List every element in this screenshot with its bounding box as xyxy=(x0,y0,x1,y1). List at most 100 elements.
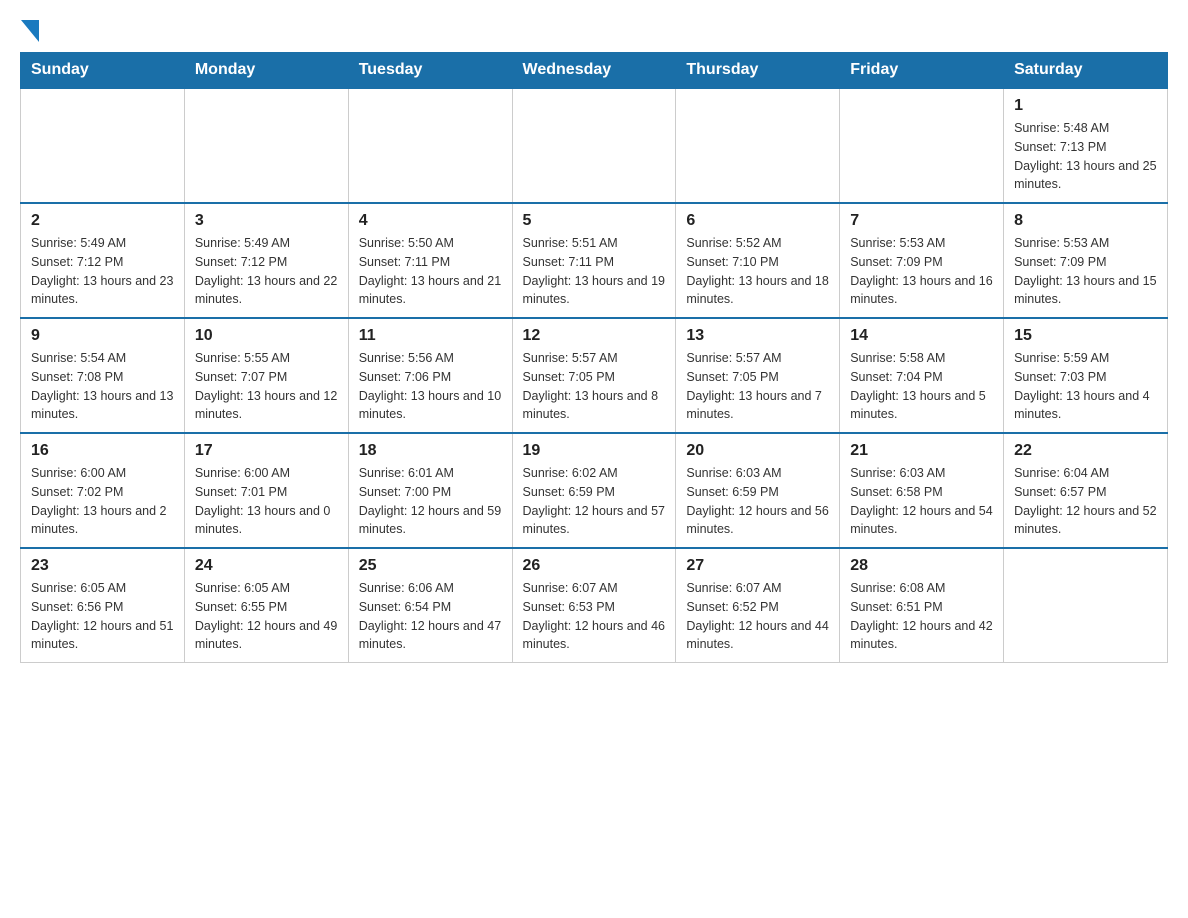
day-info-line: Daylight: 13 hours and 13 minutes. xyxy=(31,389,173,422)
day-info-line: Daylight: 12 hours and 42 minutes. xyxy=(850,619,992,652)
day-number: 17 xyxy=(195,442,338,460)
calendar-week-2: 2 Sunrise: 5:49 AMSunset: 7:12 PMDaylight… xyxy=(21,203,1168,318)
calendar-cell: 15 Sunrise: 5:59 AM Sunset: 7:03 PM Dayligh… xyxy=(1004,318,1168,433)
day-number: 13 xyxy=(686,327,829,345)
day-info: Sunrise: 6:08 AMSunset: 6:51 PMDaylight:… xyxy=(850,579,993,654)
day-info-line: Sunrise: 5:59 AM xyxy=(1014,351,1109,365)
day-info-line: Sunrise: 6:08 AM xyxy=(850,581,945,595)
calendar-cell: 2 Sunrise: 5:49 AMSunset: 7:12 PMDaylight… xyxy=(21,203,185,318)
day-info-line: Daylight: 13 hours and 12 minutes. xyxy=(195,389,337,422)
day-info: Sunrise: 6:07 AMSunset: 6:53 PMDaylight:… xyxy=(523,579,666,654)
day-number: 20 xyxy=(686,442,829,460)
day-info-line: Sunrise: 5:51 AM xyxy=(523,236,618,250)
calendar-cell: 25 Sunrise: 6:06 AMSunset: 6:54 PMDayligh… xyxy=(348,548,512,663)
day-number: 16 xyxy=(31,442,174,460)
day-info: Sunrise: 5:49 AMSunset: 7:12 PMDaylight:… xyxy=(31,234,174,309)
day-info: Sunrise: 6:06 AMSunset: 6:54 PMDaylight:… xyxy=(359,579,502,654)
calendar-cell: 5Sunrise: 5:51 AMSunset: 7:11 PMDaylight… xyxy=(512,203,676,318)
calendar-cell: 27Sunrise: 6:07 AMSunset: 6:52 PMDayligh… xyxy=(676,548,840,663)
page-header xyxy=(20,20,1168,42)
day-info-line: Daylight: 13 hours and 19 minutes. xyxy=(523,274,665,307)
day-info-line: Sunset: 6:56 PM xyxy=(31,600,123,614)
day-info-line: Daylight: 13 hours and 7 minutes. xyxy=(686,389,822,422)
day-info-line: Sunrise: 6:06 AM xyxy=(359,581,454,595)
calendar-cell: 22 Sunrise: 6:04 AMSunset: 6:57 PMDayligh… xyxy=(1004,433,1168,548)
day-info: Sunrise: 6:03 AMSunset: 6:59 PMDaylight:… xyxy=(686,464,829,539)
day-info-line: Sunset: 7:04 PM xyxy=(850,370,942,384)
day-info-line: Sunset: 7:07 PM xyxy=(195,370,287,384)
calendar-week-5: 23Sunrise: 6:05 AMSunset: 6:56 PMDayligh… xyxy=(21,548,1168,663)
day-info-line: Daylight: 13 hours and 4 minutes. xyxy=(1014,389,1150,422)
day-number: 25 xyxy=(359,557,502,575)
day-number: 11 xyxy=(359,327,502,345)
calendar-cell xyxy=(676,88,840,203)
day-info-line: Sunrise: 6:00 AM xyxy=(31,466,126,480)
calendar-cell: 3Sunrise: 5:49 AMSunset: 7:12 PMDaylight… xyxy=(184,203,348,318)
day-number: 2 xyxy=(31,212,174,230)
day-info: Sunrise: 6:00 AMSunset: 7:02 PMDaylight:… xyxy=(31,464,174,539)
calendar-cell: 14 Sunrise: 5:58 AMSunset: 7:04 PMDayligh… xyxy=(840,318,1004,433)
day-info-line: Sunset: 6:57 PM xyxy=(1014,485,1106,499)
day-info-line: Daylight: 13 hours and 0 minutes. xyxy=(195,504,331,537)
calendar-header-row: SundayMondayTuesdayWednesdayThursdayFrid… xyxy=(21,53,1168,89)
logo xyxy=(20,20,40,42)
day-info: Sunrise: 5:59 AM Sunset: 7:03 PM Daylight:… xyxy=(1014,349,1157,424)
day-info-line: Daylight: 12 hours and 49 minutes. xyxy=(195,619,337,652)
day-info-line: Daylight: 13 hours and 23 minutes. xyxy=(31,274,173,307)
day-info-line: Sunrise: 6:03 AM xyxy=(850,466,945,480)
day-info-line: Sunrise: 6:07 AM xyxy=(523,581,618,595)
day-info-line: Sunset: 7:03 PM xyxy=(1014,370,1106,384)
day-info-line: Sunset: 6:55 PM xyxy=(195,600,287,614)
day-info: Sunrise: 6:04 AMSunset: 6:57 PMDaylight:… xyxy=(1014,464,1157,539)
day-info: Sunrise: 5:55 AMSunset: 7:07 PMDaylight:… xyxy=(195,349,338,424)
calendar-cell: 21Sunrise: 6:03 AMSunset: 6:58 PMDayligh… xyxy=(840,433,1004,548)
calendar-cell: 12 Sunrise: 5:57 AMSunset: 7:05 PMDayligh… xyxy=(512,318,676,433)
day-info-line: Sunrise: 6:05 AM xyxy=(31,581,126,595)
calendar-header-tuesday: Tuesday xyxy=(348,53,512,89)
day-number: 22 xyxy=(1014,442,1157,460)
calendar-week-3: 9Sunrise: 5:54 AMSunset: 7:08 PMDaylight… xyxy=(21,318,1168,433)
day-info-line: Sunset: 7:02 PM xyxy=(31,485,123,499)
calendar-cell xyxy=(1004,548,1168,663)
day-info-line: Sunrise: 5:57 AM xyxy=(523,351,618,365)
day-info-line: Sunrise: 5:52 AM xyxy=(686,236,781,250)
day-number: 19 xyxy=(523,442,666,460)
day-info-line: Sunrise: 6:01 AM xyxy=(359,466,454,480)
calendar-cell: 6 Sunrise: 5:52 AMSunset: 7:10 PMDaylight… xyxy=(676,203,840,318)
calendar-cell xyxy=(21,88,185,203)
day-info-line: Sunrise: 6:05 AM xyxy=(195,581,290,595)
day-number: 14 xyxy=(850,327,993,345)
day-info-line: Daylight: 12 hours and 56 minutes. xyxy=(686,504,828,537)
day-number: 6 xyxy=(686,212,829,230)
day-number: 1 xyxy=(1014,97,1157,115)
day-number: 15 xyxy=(1014,327,1157,345)
day-info-line: Daylight: 12 hours and 44 minutes. xyxy=(686,619,828,652)
day-info: Sunrise: 6:01 AMSunset: 7:00 PMDaylight:… xyxy=(359,464,502,539)
day-info-line: Sunrise: 6:07 AM xyxy=(686,581,781,595)
calendar-cell: 24Sunrise: 6:05 AMSunset: 6:55 PMDayligh… xyxy=(184,548,348,663)
calendar-cell xyxy=(840,88,1004,203)
day-info: Sunrise: 6:07 AMSunset: 6:52 PMDaylight:… xyxy=(686,579,829,654)
day-number: 9 xyxy=(31,327,174,345)
day-info-line: Daylight: 13 hours and 16 minutes. xyxy=(850,274,992,307)
day-info: Sunrise: 5:52 AMSunset: 7:10 PMDaylight:… xyxy=(686,234,829,309)
day-info: Sunrise: 6:00 AMSunset: 7:01 PMDaylight:… xyxy=(195,464,338,539)
day-number: 21 xyxy=(850,442,993,460)
day-info-line: Daylight: 12 hours and 54 minutes. xyxy=(850,504,992,537)
day-info-line: Daylight: 12 hours and 46 minutes. xyxy=(523,619,665,652)
day-info-line: Sunrise: 5:57 AM xyxy=(686,351,781,365)
calendar-cell: 13 Sunrise: 5:57 AMSunset: 7:05 PMDayligh… xyxy=(676,318,840,433)
day-info: Sunrise: 5:58 AMSunset: 7:04 PMDaylight:… xyxy=(850,349,993,424)
day-info-line: Daylight: 12 hours and 47 minutes. xyxy=(359,619,501,652)
day-info-line: Daylight: 12 hours and 51 minutes. xyxy=(31,619,173,652)
day-info-line: Sunset: 7:13 PM xyxy=(1014,140,1106,154)
day-info-line: Sunrise: 5:48 AM xyxy=(1014,121,1109,135)
day-info-line: Sunrise: 5:53 AM xyxy=(850,236,945,250)
day-info: Sunrise: 5:57 AMSunset: 7:05 PMDaylight:… xyxy=(686,349,829,424)
day-info-line: Daylight: 13 hours and 8 minutes. xyxy=(523,389,659,422)
day-info-line: Sunrise: 5:49 AM xyxy=(195,236,290,250)
calendar-cell xyxy=(184,88,348,203)
day-number: 12 xyxy=(523,327,666,345)
day-info: Sunrise: 5:57 AMSunset: 7:05 PMDaylight:… xyxy=(523,349,666,424)
day-info: Sunrise: 5:48 AMSunset: 7:13 PMDaylight:… xyxy=(1014,119,1157,194)
